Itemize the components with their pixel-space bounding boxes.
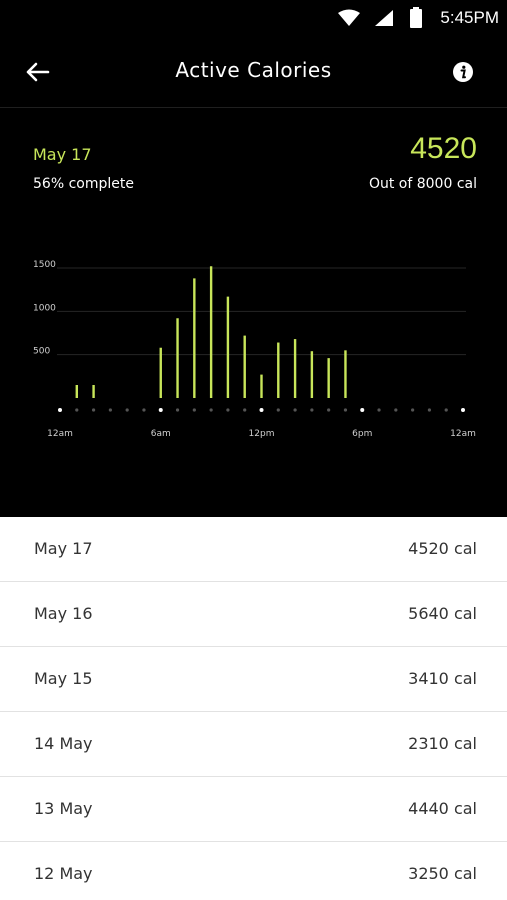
hour-dot xyxy=(75,408,79,412)
hour-dot xyxy=(243,408,247,412)
x-tick-dot xyxy=(360,408,365,412)
x-tick-label: 12am xyxy=(450,429,476,439)
hour-dot xyxy=(293,408,297,412)
y-tick-label: 500 xyxy=(33,347,50,357)
hour-dot xyxy=(444,408,448,412)
x-tick-label: 12am xyxy=(47,429,73,439)
list-item-value: 4520 cal xyxy=(408,539,477,558)
list-item-value: 3250 cal xyxy=(408,864,477,883)
list-item[interactable]: 12 May 3250 cal xyxy=(0,842,507,900)
hour-dot xyxy=(394,408,398,412)
hour-dot xyxy=(310,408,314,412)
history-list: May 17 4520 cal May 16 5640 cal May 15 3410 c… xyxy=(0,517,507,900)
hour-dot xyxy=(276,408,280,412)
hour-dot xyxy=(327,408,331,412)
list-item[interactable]: May 15 3410 cal xyxy=(0,647,507,712)
hour-dot xyxy=(411,408,415,412)
x-tick-dot xyxy=(461,408,465,412)
list-item-date: May 17 xyxy=(34,539,93,558)
hour-dot xyxy=(175,408,180,412)
x-tick-label: 6am xyxy=(151,429,171,439)
hour-dot xyxy=(192,408,196,412)
list-item-date: May 16 xyxy=(34,604,93,623)
summary-percent: 56% complete xyxy=(33,176,134,192)
hour-dot xyxy=(108,408,112,412)
y-tick-label: 1000 xyxy=(33,303,56,313)
y-tick-label: 1500 xyxy=(33,260,56,270)
list-item-value: 3410 cal xyxy=(408,669,477,688)
calories-chart: 500 1000 1500 12am 6am 12pm 6pm 12am xyxy=(33,260,476,439)
status-bar: 5:45PM xyxy=(0,0,507,36)
dark-panel: 5:45PM Active Calories May 17 56% comple… xyxy=(0,0,507,517)
list-item-date: May 15 xyxy=(34,669,93,688)
hour-dot xyxy=(91,408,96,412)
list-item-date: 12 May xyxy=(34,864,93,883)
hour-dot xyxy=(226,408,230,412)
list-item[interactable]: May 16 5640 cal xyxy=(0,582,507,647)
list-item-date: 13 May xyxy=(34,799,93,818)
hour-dot xyxy=(209,408,213,412)
list-item-value: 2310 cal xyxy=(408,734,477,753)
hour-dot xyxy=(142,408,146,412)
x-tick-dot xyxy=(58,408,62,412)
list-item-value: 5640 cal xyxy=(408,604,477,623)
list-item[interactable]: 14 May 2310 cal xyxy=(0,712,507,777)
x-tick-dot xyxy=(259,408,264,412)
summary-goal: Out of 8000 cal xyxy=(368,176,477,192)
status-time: 5:45PM xyxy=(440,8,499,27)
signal-icon xyxy=(375,10,393,26)
summary-value: 4520 xyxy=(410,132,477,165)
x-tick-dot xyxy=(158,408,163,412)
summary-date: May 17 xyxy=(33,145,92,164)
list-item-value: 4440 cal xyxy=(408,799,477,818)
app-bar: Active Calories xyxy=(0,36,507,108)
list-item[interactable]: 13 May 4440 cal xyxy=(0,777,507,842)
list-item[interactable]: May 17 4520 cal xyxy=(0,517,507,582)
info-button[interactable] xyxy=(452,61,474,83)
battery-icon xyxy=(410,7,422,28)
hour-dot xyxy=(427,408,432,412)
wifi-icon xyxy=(338,9,360,26)
page-title: Active Calories xyxy=(175,58,332,82)
x-tick-label: 12pm xyxy=(249,429,275,439)
hour-dot xyxy=(377,408,381,412)
hour-dot xyxy=(125,408,129,412)
list-item-date: 14 May xyxy=(34,734,93,753)
hour-dot xyxy=(343,408,348,412)
x-tick-label: 6pm xyxy=(352,429,372,439)
info-icon xyxy=(453,62,473,82)
